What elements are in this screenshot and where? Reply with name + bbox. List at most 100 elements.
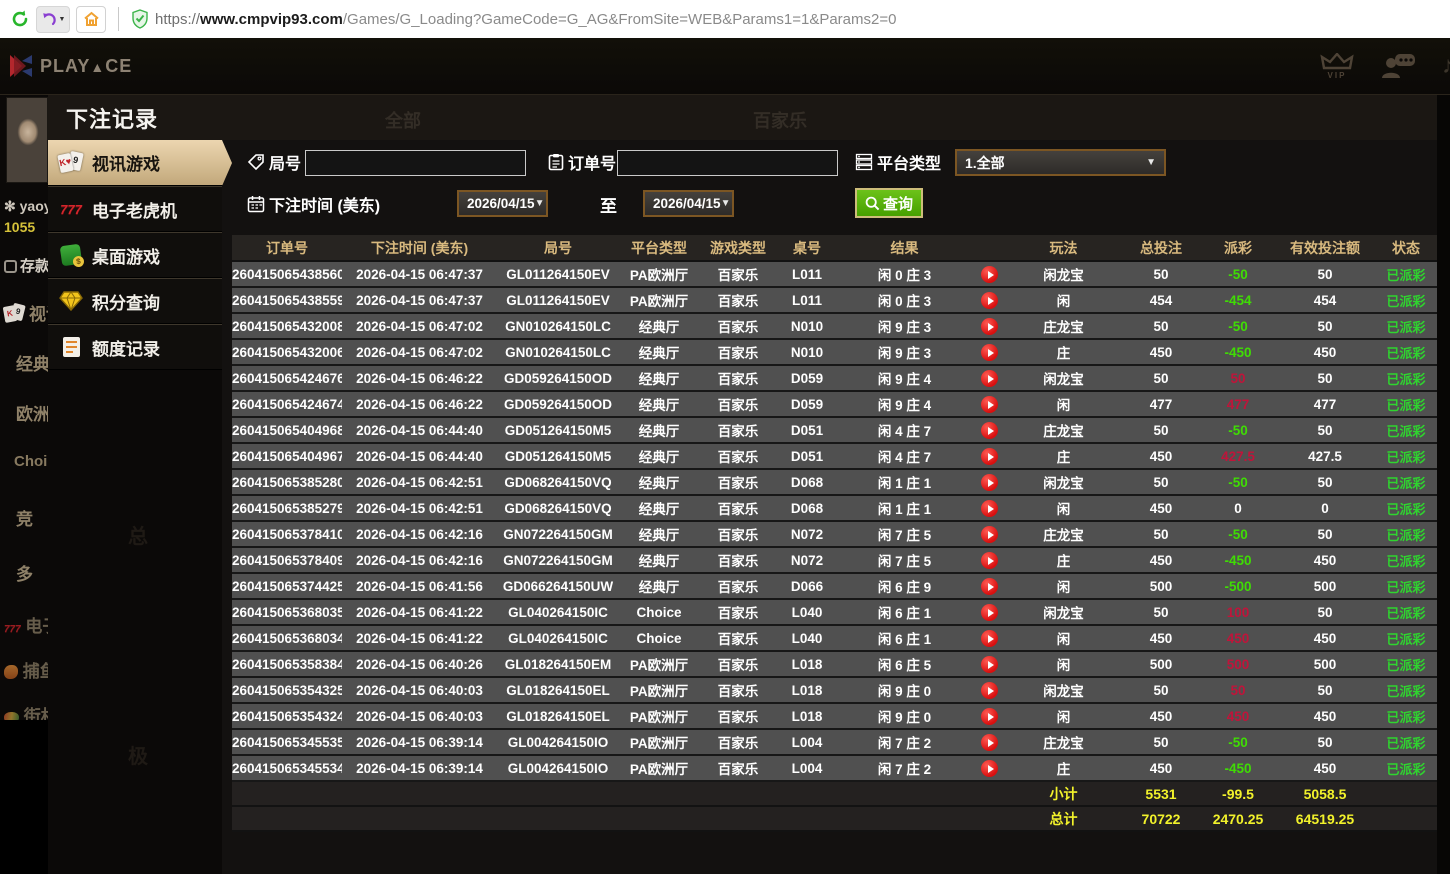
table-row: 260415065345535 2026-04-15 06:39:14 GL0042… bbox=[232, 729, 1437, 756]
menu-item-video-games[interactable]: 9 K♥ 视讯游戏 bbox=[48, 140, 232, 186]
quota-document-icon bbox=[58, 335, 84, 359]
date-range-to-label: 至 bbox=[600, 197, 617, 216]
play-video-icon[interactable] bbox=[980, 603, 998, 621]
play-video-icon[interactable] bbox=[980, 525, 998, 543]
date-from-select[interactable]: 2026/04/15 ▼ bbox=[457, 190, 548, 217]
play-video-icon[interactable] bbox=[980, 473, 998, 491]
cell-platform: PA欧洲厅 bbox=[619, 729, 699, 756]
play-video-icon[interactable] bbox=[980, 733, 998, 751]
subtotal-label: 小计 bbox=[1006, 781, 1121, 807]
menu-item-slots[interactable]: 777 电子老虎机 bbox=[48, 186, 222, 232]
cell-order-id: 260415065424674 bbox=[232, 391, 342, 418]
menu-item-points-query[interactable]: 积分查询 bbox=[48, 278, 222, 324]
cell-play-type: 闲 bbox=[1006, 391, 1121, 418]
chevron-down-icon: ▼ bbox=[1146, 157, 1156, 168]
cell-order-id: 260415065345535 bbox=[232, 729, 342, 756]
order-number-input[interactable] bbox=[617, 150, 838, 176]
play-video-icon[interactable] bbox=[980, 629, 998, 647]
search-button[interactable]: 查询 bbox=[855, 188, 923, 218]
play-video-icon[interactable] bbox=[980, 759, 998, 777]
table-row: 260415065385279 2026-04-15 06:42:51 GD0682… bbox=[232, 495, 1437, 522]
table-row: 260415065374425 2026-04-15 06:41:56 GD0662… bbox=[232, 573, 1437, 600]
sidebar-item-europe[interactable]: 欧洲 bbox=[16, 400, 48, 425]
url-path: /Games/G_Loading?GameCode=G_AG&FromSite=… bbox=[342, 10, 897, 28]
bet-records-table: 订单号 下注时间 (美东) 局号 平台类型 游戏类型 桌号 结果 玩法 总投注 … bbox=[232, 235, 1437, 832]
chevron-down-icon: ▼ bbox=[720, 198, 731, 209]
cell-total-bet: 50 bbox=[1121, 417, 1201, 444]
address-bar[interactable]: https://www.cmpvip93.com/Games/G_Loading… bbox=[155, 11, 896, 28]
subtotal-valid: 5058.5 bbox=[1275, 781, 1375, 807]
col-payout: 派彩 bbox=[1201, 235, 1275, 262]
home-button[interactable] bbox=[76, 5, 106, 33]
platform-type-select[interactable]: 1.全部 ▼ bbox=[955, 149, 1166, 176]
sidebar-item-multi[interactable]: 多 bbox=[16, 560, 33, 585]
table-row: 260415065378409 2026-04-15 06:42:16 GN0722… bbox=[232, 547, 1437, 574]
cell-status: 已派彩 bbox=[1375, 521, 1437, 548]
vip-label: VIP bbox=[1327, 70, 1347, 80]
play-video-icon[interactable] bbox=[980, 291, 998, 309]
back-dropdown-arrow[interactable]: ▼ bbox=[59, 16, 66, 23]
vip-button[interactable]: VIP bbox=[1320, 52, 1354, 80]
records-tbody: 260415065438560 2026-04-15 06:47:37 GL0112… bbox=[232, 261, 1437, 782]
deposit-link[interactable]: 存款 bbox=[4, 255, 48, 276]
cell-payout: 477 bbox=[1201, 391, 1275, 418]
support-chat-button[interactable] bbox=[1380, 53, 1416, 79]
sidebar-item-slots[interactable]: 777 电子游戏 bbox=[4, 612, 48, 637]
play-video-icon[interactable] bbox=[980, 421, 998, 439]
col-replay bbox=[972, 235, 1006, 262]
reload-button[interactable] bbox=[10, 6, 30, 33]
vip-crown-icon bbox=[1320, 52, 1354, 69]
cell-game-type: 百家乐 bbox=[699, 391, 777, 418]
play-video-icon[interactable] bbox=[980, 499, 998, 517]
cell-replay bbox=[972, 443, 1006, 470]
cell-valid-bet: 427.5 bbox=[1275, 443, 1375, 470]
cell-valid-bet: 50 bbox=[1275, 729, 1375, 756]
ghost-tab-all: 全部 bbox=[385, 111, 421, 131]
table-row: 260415065345534 2026-04-15 06:39:14 GL0042… bbox=[232, 755, 1437, 782]
cell-bet-time: 2026-04-15 06:47:02 bbox=[342, 313, 497, 340]
play-video-icon[interactable] bbox=[980, 707, 998, 725]
cell-order-id: 260415065354325 bbox=[232, 677, 342, 704]
calendar-icon bbox=[247, 196, 265, 213]
play-video-icon[interactable] bbox=[980, 447, 998, 465]
cell-status: 已派彩 bbox=[1375, 417, 1437, 444]
col-valid: 有效投注额 bbox=[1275, 235, 1375, 262]
cell-round-id: GN010264150LC bbox=[497, 339, 619, 366]
cell-round-id: GL040264150IC bbox=[497, 599, 619, 626]
music-icon[interactable]: ♪ bbox=[1442, 52, 1450, 80]
sidebar-item-choice[interactable]: Choice bbox=[14, 453, 48, 470]
sidebar-item-compete[interactable]: 竞 bbox=[16, 505, 33, 530]
cell-payout: 50 bbox=[1201, 677, 1275, 704]
toolbar-divider bbox=[118, 7, 119, 31]
play-video-icon[interactable] bbox=[980, 551, 998, 569]
round-number-input[interactable] bbox=[305, 150, 526, 176]
cell-platform: 经典厅 bbox=[619, 313, 699, 340]
cell-result: 闲 4 庄 7 bbox=[837, 443, 972, 470]
back-button[interactable]: ▼ bbox=[36, 5, 70, 33]
sidebar-item-video[interactable]: 9K视讯 bbox=[2, 300, 48, 325]
date-to-select[interactable]: 2026/04/15 ▼ bbox=[643, 190, 734, 217]
play-video-icon[interactable] bbox=[980, 655, 998, 673]
play-video-icon[interactable] bbox=[980, 343, 998, 361]
sidebar-item-classic[interactable]: 经典 bbox=[16, 350, 48, 375]
play-video-icon[interactable] bbox=[980, 681, 998, 699]
play-video-icon[interactable] bbox=[980, 317, 998, 335]
play-video-icon[interactable] bbox=[980, 577, 998, 595]
play-video-icon[interactable] bbox=[980, 395, 998, 413]
cell-replay bbox=[972, 391, 1006, 418]
cell-status: 已派彩 bbox=[1375, 365, 1437, 392]
cell-bet-time: 2026-04-15 06:40:26 bbox=[342, 651, 497, 678]
cell-total-bet: 450 bbox=[1121, 443, 1201, 470]
sidebar-item-fishing[interactable]: 捕鱼王 bbox=[4, 657, 48, 682]
play-video-icon[interactable] bbox=[980, 369, 998, 387]
cell-bet-time: 2026-04-15 06:39:14 bbox=[342, 755, 497, 782]
menu-item-table-games[interactable]: 桌面游戏 bbox=[48, 232, 222, 278]
play-video-icon[interactable] bbox=[980, 265, 998, 283]
table-row: 260415065358384 2026-04-15 06:40:26 GL0182… bbox=[232, 651, 1437, 678]
menu-item-quota-records[interactable]: 额度记录 bbox=[48, 324, 222, 370]
reload-icon bbox=[12, 10, 28, 27]
cell-status: 已派彩 bbox=[1375, 599, 1437, 626]
cell-table-no: L018 bbox=[777, 677, 837, 704]
cell-result: 闲 7 庄 2 bbox=[837, 755, 972, 782]
cell-order-id: 260415065438559 bbox=[232, 287, 342, 314]
